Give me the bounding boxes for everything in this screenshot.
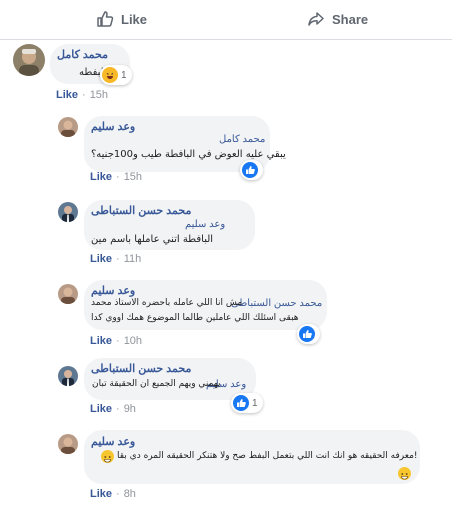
reply-text-line: هبقى اسئلك اللي عاملين طالما الموضوع همك… [91,313,299,323]
reply-timestamp[interactable]: 11h [124,253,142,265]
reply-timestamp[interactable]: 8h [124,488,136,500]
like-reaction-icon [242,162,258,178]
reply-like-link[interactable]: Like [90,335,112,347]
avatar[interactable] [58,366,78,386]
like-reaction-icon [233,395,249,411]
reply-text-line: مش انا اللي عامله باحضره الاستاذ محمد [91,298,243,308]
reply-like-link[interactable]: Like [90,488,112,500]
reaction-badge[interactable]: 1 [231,393,263,413]
comment-meta: Like · 15h [56,89,109,101]
reply-meta: Like · 9h [90,403,136,415]
reply-mention[interactable]: محمد حسن الستباطى [231,298,322,309]
thumbs-up-outline-icon [96,10,114,28]
share-button-label: Share [332,11,369,27]
comment-timestamp[interactable]: 15h [90,89,108,101]
reply-timestamp[interactable]: 10h [124,335,142,347]
post-action-bar: Like Share [0,0,452,40]
comment-author[interactable]: محمد كامل [57,48,108,61]
reaction-badge[interactable]: 1 [100,65,132,85]
avatar[interactable] [13,44,45,76]
reply-like-link[interactable]: Like [90,171,112,183]
reply-mention[interactable]: محمد كامل [219,134,265,145]
reaction-badge[interactable] [240,160,263,180]
reply-timestamp[interactable]: 9h [124,403,136,415]
reply-author[interactable]: وعد سليم [91,120,135,133]
reaction-count: 1 [121,69,127,81]
share-arrow-icon [307,10,325,28]
reply-text: البافطة اتني عاملها باسم مين [91,234,214,245]
reply-timestamp[interactable]: 15h [124,171,142,183]
grin-emoji-icon [398,467,411,480]
reply-mention[interactable]: وعد سليم [185,219,225,230]
comment-like-link[interactable]: Like [56,89,78,101]
reply-text: يبقي عليه العوض في البافطة طيب و100جنيه؟ [91,149,286,160]
avatar[interactable] [58,284,78,304]
reply-author[interactable]: محمد حسن الستباطى [91,204,191,217]
haha-reaction-icon [102,67,118,83]
reaction-count: 1 [252,397,258,409]
reply-meta: Like · 11h [90,253,142,265]
reply-meta: Like · 10h [90,335,143,347]
reply-meta: Like · 15h [90,171,143,183]
like-button-label: Like [121,11,148,27]
share-button[interactable]: Share [307,8,368,30]
reply-text-line: معرفه الحقيقه هو انك انت اللي بتعمل البف… [117,451,418,461]
reply-text: يهمني ويهم الجميع ان الحقيقة تبان [92,379,221,389]
reply-like-link[interactable]: Like [90,253,112,265]
reply-meta: Like · 8h [90,488,136,500]
reply-author[interactable]: محمد حسن الستباطى [91,362,191,375]
like-reaction-icon [299,326,315,342]
reaction-badge[interactable] [297,324,320,344]
reply-author[interactable]: وعد سليم [91,435,135,448]
avatar[interactable] [58,202,78,222]
avatar[interactable] [58,434,78,454]
avatar[interactable] [58,117,78,137]
grin-emoji-icon [101,450,114,463]
like-button[interactable]: Like [96,8,147,30]
reply-author[interactable]: وعد سليم [91,284,135,297]
reply-like-link[interactable]: Like [90,403,112,415]
